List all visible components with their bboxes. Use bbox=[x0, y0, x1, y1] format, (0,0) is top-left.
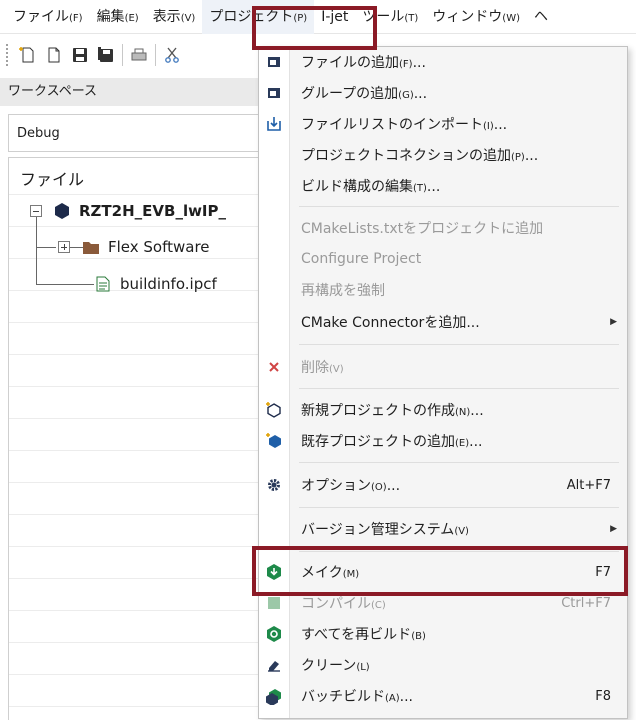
import-icon bbox=[259, 109, 289, 139]
menu-item-label: CMakeLists.txtをプロジェクトに追加 bbox=[301, 221, 544, 237]
tree-line bbox=[36, 284, 94, 285]
menu-item-label: 再構成を強制 bbox=[301, 283, 385, 299]
project-icon bbox=[54, 202, 70, 220]
menu-item-label: 既存プロジェクトの追加(E)... bbox=[301, 434, 483, 450]
menu-item-configure-project[interactable]: Configure Project bbox=[259, 244, 627, 274]
toolbar-separator bbox=[122, 44, 123, 66]
toolbar-separator bbox=[155, 44, 156, 66]
menu-item-label: ビルド構成の編集(T)... bbox=[301, 179, 441, 195]
menu-item-add-project-connection[interactable]: プロジェクトコネクションの追加(P)... bbox=[259, 140, 627, 170]
shortcut-label: F7 bbox=[595, 564, 611, 580]
menu-item-options[interactable]: オプション(O)... Alt+F7 bbox=[259, 470, 627, 500]
menu-bar: ファイル(F) 編集(E) 表示(V) プロジェクト(P) I-jet ツール(… bbox=[0, 0, 636, 34]
menu-project[interactable]: プロジェクト(P) bbox=[202, 0, 315, 34]
menu-item-label: Configure Project bbox=[301, 251, 422, 267]
menu-item-label: グループの追加(G)... bbox=[301, 86, 428, 102]
tree-row-folder[interactable]: Flex Software bbox=[58, 234, 210, 260]
menu-item-make[interactable]: メイク(M) F7 bbox=[259, 557, 627, 587]
make-icon bbox=[259, 557, 289, 587]
menu-item-batch-build[interactable]: バッチビルド(A)... F8 bbox=[259, 681, 627, 711]
menu-ijet[interactable]: I-jet bbox=[314, 0, 355, 34]
add-files-icon bbox=[259, 47, 289, 77]
menu-item-import-file-list[interactable]: ファイルリストのインポート(I)... bbox=[259, 109, 627, 139]
file-name: buildinfo.ipcf bbox=[120, 275, 217, 293]
compile-icon bbox=[259, 588, 289, 618]
save-all-icon[interactable] bbox=[96, 45, 116, 65]
gear-icon bbox=[259, 470, 289, 500]
menu-item-label: ファイルの追加(F)... bbox=[301, 55, 426, 71]
configuration-select[interactable]: Debug bbox=[8, 114, 260, 152]
menu-item-label: バッチビルド(A)... bbox=[301, 689, 414, 705]
eraser-icon bbox=[259, 650, 289, 680]
project-name: RZT2H_EVB_lwIP_ bbox=[79, 202, 227, 220]
menu-file[interactable]: ファイル(F) bbox=[6, 0, 90, 34]
new-file-icon[interactable] bbox=[44, 45, 64, 65]
menu-item-label: メイク(M) bbox=[301, 565, 360, 581]
batch-build-icon bbox=[259, 681, 289, 711]
shortcut-label: Ctrl+F7 bbox=[561, 595, 611, 611]
tree-row-project[interactable]: RZT2H_EVB_lwIP_ bbox=[30, 198, 226, 224]
expand-icon[interactable] bbox=[58, 241, 70, 253]
menu-separator bbox=[299, 388, 619, 389]
menu-item-create-new-project[interactable]: 新規プロジェクトの作成(N)... bbox=[259, 395, 627, 425]
menu-separator bbox=[299, 344, 619, 345]
menu-separator bbox=[299, 551, 619, 552]
submenu-arrow-icon: ▶ bbox=[610, 524, 617, 534]
submenu-arrow-icon: ▶ bbox=[610, 317, 617, 327]
toolbar-grip[interactable] bbox=[6, 44, 10, 66]
folder-name: Flex Software bbox=[108, 238, 210, 256]
menu-separator bbox=[299, 206, 619, 207]
menu-edit[interactable]: 編集(E) bbox=[90, 0, 146, 34]
cut-icon[interactable] bbox=[162, 45, 182, 65]
menu-item-compile[interactable]: コンパイル(C) Ctrl+F7 bbox=[259, 588, 627, 618]
menu-item-label: クリーン(L) bbox=[301, 658, 370, 674]
menu-item-edit-build-config[interactable]: ビルド構成の編集(T)... bbox=[259, 171, 627, 201]
save-icon[interactable] bbox=[70, 45, 90, 65]
menu-item-label: 削除(V) bbox=[301, 360, 344, 376]
menu-item-version-control[interactable]: バージョン管理システム(V) ▶ bbox=[259, 514, 627, 544]
menu-item-add-files[interactable]: ファイルの追加(F)... bbox=[259, 47, 627, 77]
menu-view[interactable]: 表示(V) bbox=[146, 0, 203, 34]
file-icon bbox=[96, 276, 110, 292]
menu-item-label: オプション(O)... bbox=[301, 478, 401, 494]
tree-row-file[interactable]: buildinfo.ipcf bbox=[96, 271, 217, 297]
menu-item-force-reconfigure[interactable]: 再構成を強制 bbox=[259, 275, 627, 305]
menu-item-add-cmakelists[interactable]: CMakeLists.txtをプロジェクトに追加 bbox=[259, 213, 627, 243]
menu-separator bbox=[299, 462, 619, 463]
menu-item-label: プロジェクトコネクションの追加(P)... bbox=[301, 148, 539, 164]
rebuild-icon bbox=[259, 619, 289, 649]
menu-item-label: コンパイル(C) bbox=[301, 596, 386, 612]
new-project-icon bbox=[259, 395, 289, 425]
add-group-icon bbox=[259, 78, 289, 108]
shortcut-label: F8 bbox=[595, 688, 611, 704]
new-workspace-icon[interactable] bbox=[18, 45, 38, 65]
menu-tools[interactable]: ツール(T) bbox=[355, 0, 425, 34]
project-menu-dropdown: ファイルの追加(F)... グループの追加(G)... ファイルリストのインポー… bbox=[258, 46, 628, 719]
file-column-header[interactable]: ファイル bbox=[20, 166, 84, 190]
menu-item-label: CMake Connectorを追加... bbox=[301, 315, 480, 331]
menu-separator bbox=[299, 507, 619, 508]
menu-item-rebuild-all[interactable]: すべてを再ビルド(B) bbox=[259, 619, 627, 649]
menu-item-add-existing-project[interactable]: 既存プロジェクトの追加(E)... bbox=[259, 426, 627, 456]
menu-item-label: ファイルリストのインポート(I)... bbox=[301, 117, 508, 133]
menu-item-label: バージョン管理システム(V) bbox=[301, 522, 469, 538]
menu-item-clean[interactable]: クリーン(L) bbox=[259, 650, 627, 680]
collapse-icon[interactable] bbox=[30, 205, 42, 217]
folder-icon bbox=[82, 240, 100, 255]
menu-item-delete[interactable]: 削除(V) bbox=[259, 352, 627, 382]
tree-line bbox=[36, 247, 56, 248]
existing-project-icon bbox=[259, 426, 289, 456]
menu-help[interactable]: ヘ bbox=[527, 0, 555, 34]
menu-item-label: すべてを再ビルド(B) bbox=[301, 627, 426, 643]
workspace-header: ワークスペース bbox=[0, 78, 260, 106]
delete-icon bbox=[259, 352, 289, 382]
menu-item-label: 新規プロジェクトの作成(N)... bbox=[301, 403, 484, 419]
print-icon[interactable] bbox=[129, 45, 149, 65]
menu-window[interactable]: ウィンドウ(W) bbox=[425, 0, 527, 34]
toolbar bbox=[0, 35, 260, 75]
menu-item-add-group[interactable]: グループの追加(G)... bbox=[259, 78, 627, 108]
tree-line bbox=[36, 216, 37, 284]
shortcut-label: Alt+F7 bbox=[566, 477, 611, 493]
menu-item-add-cmake-connector[interactable]: CMake Connectorを追加... ▶ bbox=[259, 307, 627, 337]
